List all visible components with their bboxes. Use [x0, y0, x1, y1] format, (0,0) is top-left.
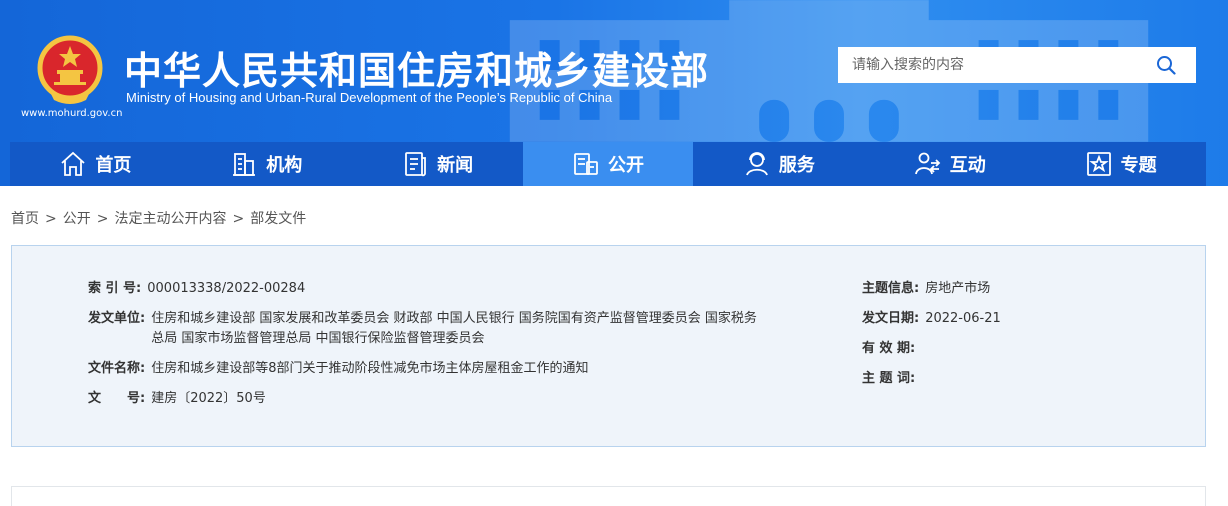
issue-date-label: 发文日期: — [862, 311, 920, 326]
issue-date-value: 2022-06-21 — [925, 311, 1001, 326]
search-input[interactable] — [852, 48, 1152, 82]
filename-label: 文件名称: — [88, 361, 146, 376]
breadcrumb-ministry-documents[interactable]: 部发文件 — [250, 211, 306, 227]
site-header: www.mohurd.gov.cn 中华人民共和国住房和城乡建设部 Minist… — [0, 0, 1228, 186]
nav-item-topics[interactable]: 专题 — [1035, 142, 1206, 186]
document-number-value: 建房〔2022〕50号 — [151, 391, 266, 406]
index-number-row: 索 引 号: 000013338/2022-00284 — [88, 279, 305, 299]
issuer-row: 发文单位: 住房和城乡建设部 国家发展和改革委员会 财政部 中国人民银行 国务院… — [88, 309, 768, 349]
breadcrumb-statutory-disclosure[interactable]: 法定主动公开内容 — [114, 211, 226, 227]
site-url: www.mohurd.gov.cn — [21, 108, 123, 119]
nav-label-news: 新闻 — [437, 155, 474, 176]
filename-value: 住房和城乡建设部等8部门关于推动阶段性减免市场主体房屋租金工作的通知 — [151, 361, 589, 376]
home-icon — [61, 151, 86, 176]
breadcrumb-separator: > — [96, 211, 109, 227]
keywords-row: 主 题 词: — [862, 369, 921, 389]
nav-item-disclosure[interactable]: 公开 — [522, 142, 694, 186]
nav-label-organization: 机构 — [266, 155, 303, 176]
nav-label-disclosure: 公开 — [608, 155, 644, 176]
document-info-panel: 索 引 号: 000013338/2022-00284 发文单位: 住房和城乡建… — [11, 245, 1206, 447]
issue-date-row: 发文日期: 2022-06-21 — [862, 309, 1001, 329]
nav-label-home: 首页 — [95, 155, 132, 176]
issuer-label: 发文单位: — [88, 311, 146, 326]
nav-label-interaction: 互动 — [949, 155, 986, 176]
interact-icon — [914, 152, 940, 175]
nav-label-service: 服务 — [778, 155, 815, 176]
ministry-title-cn: 中华人民共和国住房和城乡建设部 — [124, 49, 710, 93]
nav-item-interaction[interactable]: 互动 — [864, 142, 1035, 186]
document-number-row: 文 号: 建房〔2022〕50号 — [88, 389, 266, 409]
keywords-label: 主 题 词: — [862, 371, 916, 386]
nav-label-topics: 专题 — [1120, 155, 1157, 176]
document-number-label: 文 号: — [88, 391, 146, 406]
topic-value: 房地产市场 — [925, 281, 991, 296]
breadcrumb-disclosure[interactable]: 公开 — [63, 211, 91, 227]
nav-item-service[interactable]: 服务 — [693, 142, 864, 186]
validity-label: 有 效 期: — [862, 341, 916, 356]
topic-row: 主题信息: 房地产市场 — [862, 279, 990, 299]
national-emblem-icon — [37, 35, 103, 104]
content-panel — [11, 486, 1206, 506]
building-icon — [233, 153, 256, 176]
disclosure-icon — [574, 153, 598, 175]
ministry-title-en: Ministry of Housing and Urban-Rural Deve… — [126, 90, 613, 105]
nav-item-news[interactable]: 新闻 — [352, 142, 523, 186]
breadcrumb: 首页 > 公开 > 法定主动公开内容 > 部发文件 — [11, 208, 306, 228]
search-icon[interactable] — [1156, 55, 1176, 75]
main-nav: 首页 机构 新闻 公开 服务 互动 专题 — [10, 142, 1206, 186]
breadcrumb-home[interactable]: 首页 — [11, 211, 39, 227]
topic-icon — [1086, 152, 1111, 176]
search-box — [838, 47, 1196, 83]
nav-item-home[interactable]: 首页 — [10, 142, 181, 186]
index-number-value: 000013338/2022-00284 — [147, 281, 306, 296]
validity-row: 有 效 期: — [862, 339, 921, 359]
news-icon — [405, 152, 427, 177]
nav-item-organization[interactable]: 机构 — [181, 142, 352, 186]
filename-row: 文件名称: 住房和城乡建设部等8部门关于推动阶段性减免市场主体房屋租金工作的通知 — [88, 359, 588, 379]
topic-label: 主题信息: — [862, 281, 920, 296]
service-icon — [745, 152, 768, 176]
breadcrumb-separator: > — [232, 211, 245, 227]
index-number-label: 索 引 号: — [88, 281, 142, 296]
breadcrumb-separator: > — [45, 211, 57, 227]
issuer-value: 住房和城乡建设部 国家发展和改革委员会 财政部 中国人民银行 国务院国有资产监督… — [151, 311, 757, 346]
